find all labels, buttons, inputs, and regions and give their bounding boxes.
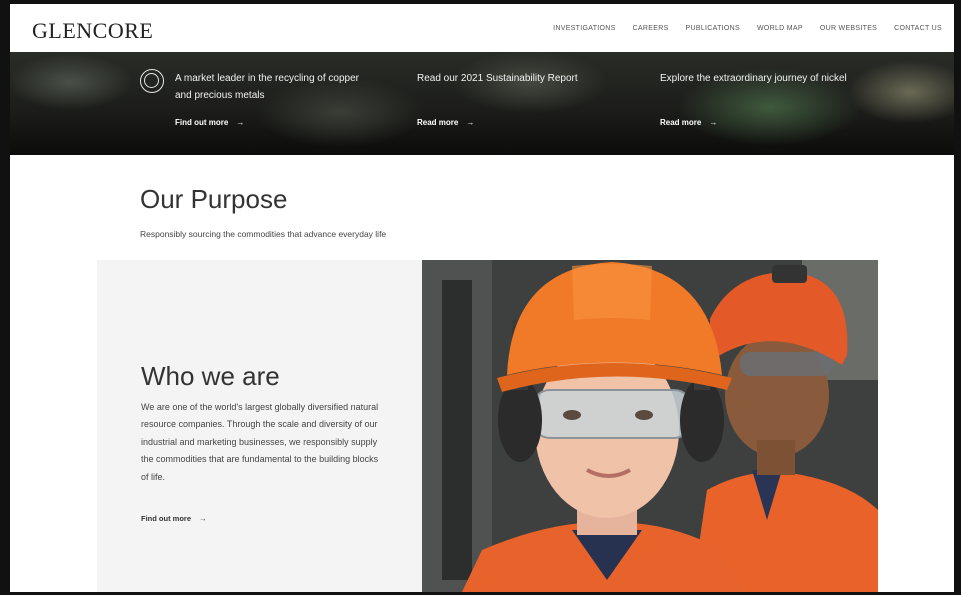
hero-find-out-more-link[interactable]: Find out more → — [175, 118, 244, 127]
hero-banner: A market leader in the recycling of copp… — [10, 52, 954, 155]
nav-publications[interactable]: PUBLICATIONS — [686, 25, 740, 32]
who-find-out-more-link[interactable]: Find out more → — [141, 514, 207, 523]
nav-contact-us[interactable]: CONTACT US — [894, 25, 942, 32]
hero-item-sustainability: Read our 2021 Sustainability Report — [417, 70, 607, 87]
arrow-right-icon: → — [709, 118, 718, 127]
hero-item-nickel: Explore the extraordinary journey of nic… — [660, 70, 850, 87]
who-link-label: Find out more — [141, 514, 191, 523]
nav-careers[interactable]: CAREERS — [633, 25, 669, 32]
hero-item-text: Explore the extraordinary journey of nic… — [660, 73, 847, 84]
site-header: GLENCORE INVESTIGATIONS CAREERS PUBLICAT… — [10, 4, 954, 52]
purpose-subtitle: Responsibly sourcing the commodities tha… — [140, 229, 387, 239]
nav-investigations[interactable]: INVESTIGATIONS — [553, 25, 615, 32]
who-we-are-body: We are one of the world's largest global… — [141, 402, 379, 482]
nav-world-map[interactable]: WORLD MAP — [757, 25, 803, 32]
glencore-logo[interactable]: GLENCORE — [32, 18, 153, 44]
hero-read-more-link[interactable]: Read more → — [660, 118, 717, 127]
hero-read-more-link[interactable]: Read more → — [417, 118, 474, 127]
browser-page: GLENCORE INVESTIGATIONS CAREERS PUBLICAT… — [10, 4, 954, 592]
hero-link-label: Find out more — [175, 118, 229, 127]
arrow-right-icon: → — [466, 118, 475, 127]
hero-item-recycling: A market leader in the recycling of copp… — [175, 70, 365, 104]
workers-illustration — [422, 260, 878, 592]
nav-our-websites[interactable]: OUR WEBSITES — [820, 25, 877, 32]
arrow-right-icon: → — [236, 118, 245, 127]
who-we-are-panel: Who we are We are one of the world's lar… — [97, 260, 422, 592]
top-nav: INVESTIGATIONS CAREERS PUBLICATIONS WORL… — [553, 25, 942, 32]
hero-link-label: Read more — [660, 118, 702, 127]
hero-link-label: Read more — [417, 118, 459, 127]
recycling-icon — [140, 69, 164, 93]
purpose-title: Our Purpose — [140, 184, 288, 214]
workers-photo — [422, 260, 878, 592]
hero-item-text: A market leader in the recycling of copp… — [175, 73, 359, 101]
arrow-right-icon: → — [199, 514, 207, 523]
hero-item-text: Read our 2021 Sustainability Report — [417, 73, 578, 84]
who-we-are-title: Who we are — [141, 361, 280, 391]
